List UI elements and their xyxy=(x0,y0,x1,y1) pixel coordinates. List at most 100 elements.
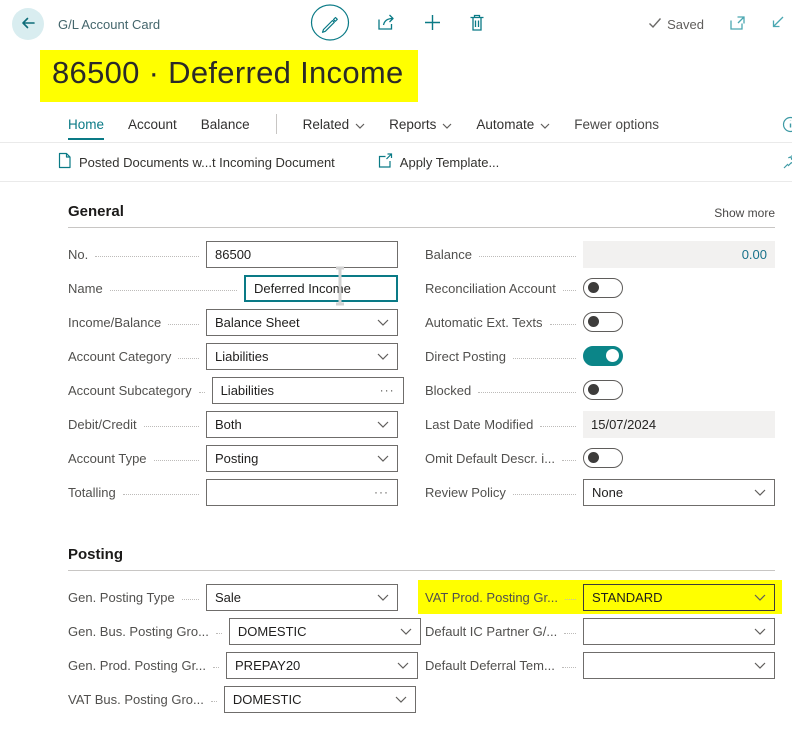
name-label: Name xyxy=(68,281,103,296)
field-row-vat-prod-posting-group: VAT Prod. Posting Gr... STANDARD xyxy=(418,580,782,614)
field-row-no: No. xyxy=(68,237,398,271)
gen-prod-posting-group-value: PREPAY20 xyxy=(235,658,300,673)
field-row-default-ic-partner: Default IC Partner G/... xyxy=(425,614,775,648)
chevron-down-icon xyxy=(395,696,407,703)
show-more-link[interactable]: Show more xyxy=(714,206,775,220)
general-section-title: General xyxy=(68,203,124,220)
gen-posting-type-label: Gen. Posting Type xyxy=(68,590,175,605)
income-balance-select[interactable]: Balance Sheet xyxy=(206,309,398,336)
field-row-gen-prod-posting-group: Gen. Prod. Posting Gr... PREPAY20 xyxy=(68,648,398,682)
leader-dots xyxy=(550,324,576,325)
gen-bus-posting-group-label: Gen. Bus. Posting Gro... xyxy=(68,624,209,639)
vat-prod-posting-group-select[interactable]: STANDARD xyxy=(583,584,775,611)
edit-pencil-button[interactable] xyxy=(310,6,350,43)
review-policy-select[interactable]: None xyxy=(583,479,775,506)
gen-prod-posting-group-label: Gen. Prod. Posting Gr... xyxy=(68,658,206,673)
gl-account-card-page: G/L Account Card xyxy=(0,0,792,739)
debit-credit-label: Debit/Credit xyxy=(68,417,137,432)
ellipsis-lookup-icon: ··· xyxy=(380,386,395,394)
posting-fields: Gen. Posting Type Sale Gen. Bus. Posting… xyxy=(68,571,775,716)
share-icon xyxy=(376,13,397,35)
gen-posting-type-select[interactable]: Sale xyxy=(206,584,398,611)
omit-default-descr-label: Omit Default Descr. i... xyxy=(425,451,555,466)
chevron-down-icon xyxy=(442,117,452,132)
pin-icon[interactable] xyxy=(782,154,792,173)
field-row-gen-bus-posting-group: Gen. Bus. Posting Gro... DOMESTIC xyxy=(68,614,398,648)
tab-reports[interactable]: Reports xyxy=(389,115,452,140)
debit-credit-value: Both xyxy=(215,417,242,432)
tab-related[interactable]: Related xyxy=(303,115,366,140)
delete-button[interactable] xyxy=(468,13,486,35)
leader-dots xyxy=(565,599,576,600)
account-subcategory-label: Account Subcategory xyxy=(68,383,192,398)
default-ic-partner-select[interactable] xyxy=(583,618,775,645)
chevron-down-icon xyxy=(540,117,550,132)
check-icon xyxy=(648,17,662,32)
account-subcategory-value: Liabilities xyxy=(221,383,274,398)
back-arrow-icon xyxy=(19,15,37,34)
general-fields: No. Name Income/Balance Balance Sheet xyxy=(68,228,775,509)
tab-automate[interactable]: Automate xyxy=(476,115,550,140)
share-button[interactable] xyxy=(376,13,397,35)
save-status-label: Saved xyxy=(667,17,704,32)
last-date-modified-field: 15/07/2024 xyxy=(583,411,775,438)
leader-dots xyxy=(562,667,576,668)
leader-dots xyxy=(562,460,576,461)
tab-balance[interactable]: Balance xyxy=(201,115,250,140)
posted-documents-label: Posted Documents w...t Incoming Document xyxy=(79,155,335,170)
account-category-select[interactable]: Liabilities xyxy=(206,343,398,370)
omit-default-descr-toggle[interactable] xyxy=(583,448,623,468)
tab-account[interactable]: Account xyxy=(128,115,177,140)
totalling-lookup[interactable]: ··· xyxy=(206,479,398,506)
leader-dots xyxy=(211,701,217,702)
field-row-omit-default-descr: Omit Default Descr. i... xyxy=(425,441,775,475)
open-in-new-window-button[interactable] xyxy=(728,15,746,34)
toggle-knob xyxy=(588,452,599,463)
account-subcategory-lookup[interactable]: Liabilities ··· xyxy=(212,377,404,404)
field-row-direct-posting: Direct Posting xyxy=(425,339,775,373)
vat-prod-posting-group-label: VAT Prod. Posting Gr... xyxy=(425,590,558,605)
leader-dots xyxy=(178,358,199,359)
default-deferral-template-select[interactable] xyxy=(583,652,775,679)
chevron-down-icon xyxy=(355,117,365,132)
general-section-header: General Show more xyxy=(68,203,775,228)
balance-value-field[interactable]: 0.00 xyxy=(583,241,775,268)
debit-credit-select[interactable]: Both xyxy=(206,411,398,438)
document-icon xyxy=(57,152,72,172)
reconciliation-account-toggle[interactable] xyxy=(583,278,623,298)
info-icon[interactable] xyxy=(782,116,792,136)
tab-fewer-options[interactable]: Fewer options xyxy=(574,115,659,140)
field-row-account-type: Account Type Posting xyxy=(68,441,398,475)
vat-bus-posting-group-select[interactable]: DOMESTIC xyxy=(224,686,416,713)
apply-template-action[interactable]: Apply Template... xyxy=(377,152,499,172)
field-row-blocked: Blocked xyxy=(425,373,775,407)
blocked-toggle[interactable] xyxy=(583,380,623,400)
gen-prod-posting-group-select[interactable]: PREPAY20 xyxy=(226,652,418,679)
tab-home[interactable]: Home xyxy=(68,115,104,140)
automatic-ext-texts-toggle[interactable] xyxy=(583,312,623,332)
direct-posting-toggle[interactable] xyxy=(583,346,623,366)
collapse-button[interactable] xyxy=(770,15,785,33)
chevron-down-icon xyxy=(377,353,389,360)
chevron-down-icon xyxy=(754,628,766,635)
new-button[interactable] xyxy=(423,13,442,35)
leader-dots xyxy=(168,324,199,325)
account-category-label: Account Category xyxy=(68,349,171,364)
title-row: 86500 · Deferred Income xyxy=(0,48,792,106)
menu-tab-bar: Home Account Balance Related Reports Aut… xyxy=(0,106,792,143)
open-in-new-window-icon xyxy=(728,15,746,34)
chevron-down-icon xyxy=(400,628,412,635)
posted-documents-action[interactable]: Posted Documents w...t Incoming Document xyxy=(57,152,335,172)
name-input[interactable] xyxy=(244,275,398,302)
review-policy-value: None xyxy=(592,485,623,500)
back-button[interactable] xyxy=(12,8,44,40)
gen-bus-posting-group-select[interactable]: DOMESTIC xyxy=(229,618,421,645)
chevron-down-icon xyxy=(377,319,389,326)
plus-icon xyxy=(423,13,442,35)
chevron-down-icon xyxy=(377,594,389,601)
no-input[interactable] xyxy=(206,241,398,268)
toggle-knob xyxy=(588,316,599,327)
leader-dots xyxy=(110,290,237,291)
balance-value: 0.00 xyxy=(742,247,767,262)
account-type-select[interactable]: Posting xyxy=(206,445,398,472)
